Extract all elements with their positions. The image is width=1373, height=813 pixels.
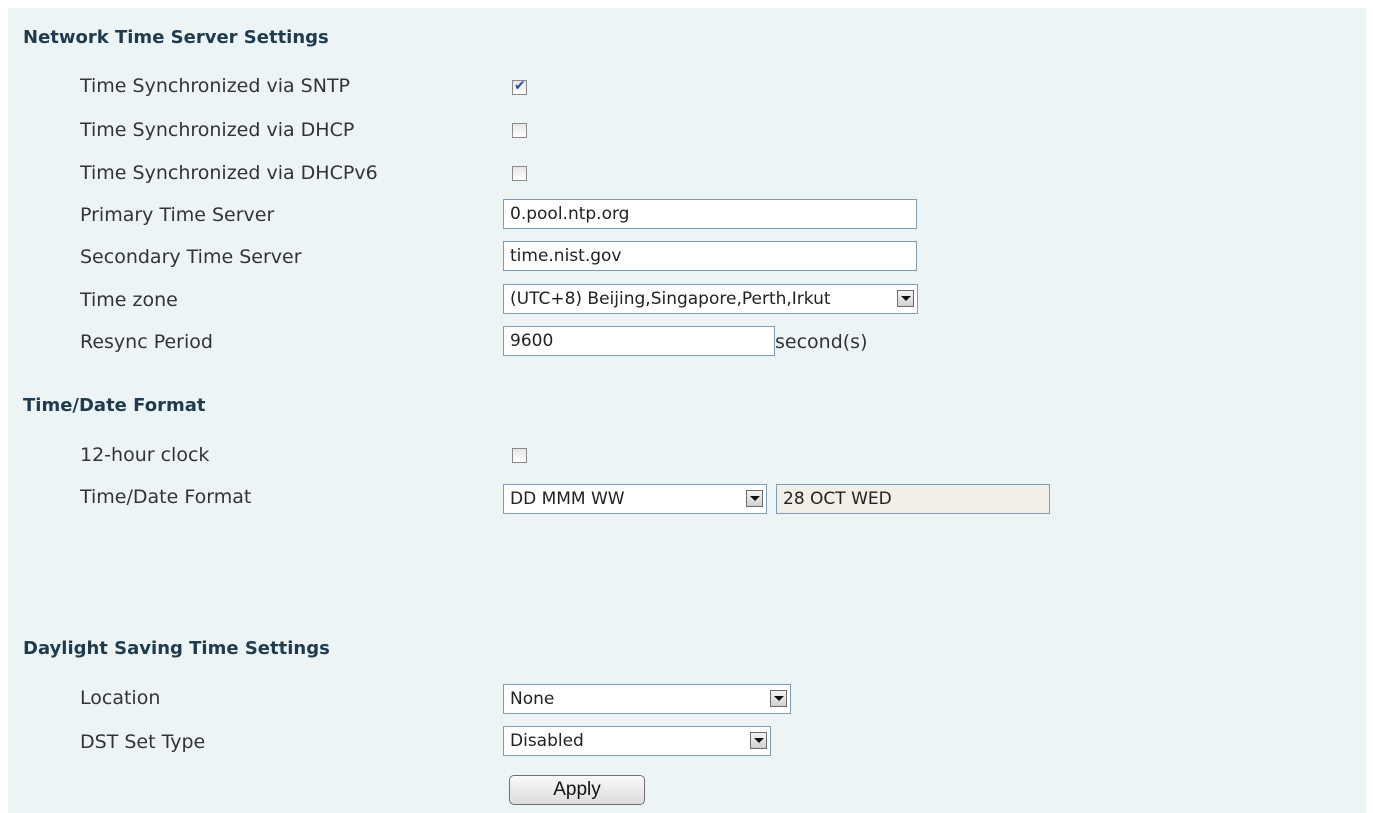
chevron-down-icon[interactable]: [897, 290, 914, 307]
settings-panel: Network Time Server Settings Time Synchr…: [8, 8, 1366, 813]
location-value: None: [510, 689, 555, 709]
resync-period-unit: second(s): [775, 331, 868, 353]
section-title-daylight-saving: Daylight Saving Time Settings: [23, 638, 330, 659]
secondary-time-server-input[interactable]: time.nist.gov: [503, 241, 917, 271]
date-format-select[interactable]: DD MMM WW: [503, 484, 767, 514]
time-zone-value: (UTC+8) Beijing,Singapore,Perth,Irkut: [510, 289, 831, 309]
secondary-time-server-label: Secondary Time Server: [80, 246, 302, 268]
primary-time-server-input[interactable]: 0.pool.ntp.org: [503, 199, 917, 229]
chevron-down-icon[interactable]: [770, 690, 787, 707]
location-select[interactable]: None: [503, 684, 791, 714]
checkmark-icon: ✔: [514, 78, 526, 94]
chevron-down-icon[interactable]: [746, 490, 763, 507]
apply-button[interactable]: Apply: [509, 775, 645, 805]
date-format-label: Time/Date Format: [80, 486, 252, 508]
dhcpv6-checkbox[interactable]: [512, 166, 527, 181]
twelve-hour-clock-label: 12-hour clock: [80, 444, 210, 466]
section-title-network-time: Network Time Server Settings: [23, 27, 329, 48]
date-format-value: DD MMM WW: [510, 489, 625, 509]
time-zone-select[interactable]: (UTC+8) Beijing,Singapore,Perth,Irkut: [503, 284, 918, 314]
dst-set-type-value: Disabled: [510, 731, 584, 751]
time-zone-label: Time zone: [80, 289, 178, 311]
resync-period-input[interactable]: 9600: [503, 326, 775, 356]
dst-set-type-select[interactable]: Disabled: [503, 726, 771, 756]
section-title-time-date-format: Time/Date Format: [23, 395, 206, 416]
primary-time-server-label: Primary Time Server: [80, 204, 275, 226]
dhcpv6-label: Time Synchronized via DHCPv6: [80, 162, 378, 184]
sntp-checkbox[interactable]: ✔: [512, 78, 527, 95]
dhcp-checkbox[interactable]: [512, 123, 527, 138]
location-label: Location: [80, 687, 161, 709]
date-format-preview: 28 OCT WED: [776, 484, 1050, 514]
chevron-down-icon[interactable]: [750, 732, 767, 749]
dhcp-label: Time Synchronized via DHCP: [80, 119, 355, 141]
resync-period-label: Resync Period: [80, 331, 213, 353]
sntp-label: Time Synchronized via SNTP: [80, 75, 351, 97]
dst-set-type-label: DST Set Type: [80, 731, 206, 753]
twelve-hour-clock-checkbox[interactable]: [512, 448, 527, 463]
